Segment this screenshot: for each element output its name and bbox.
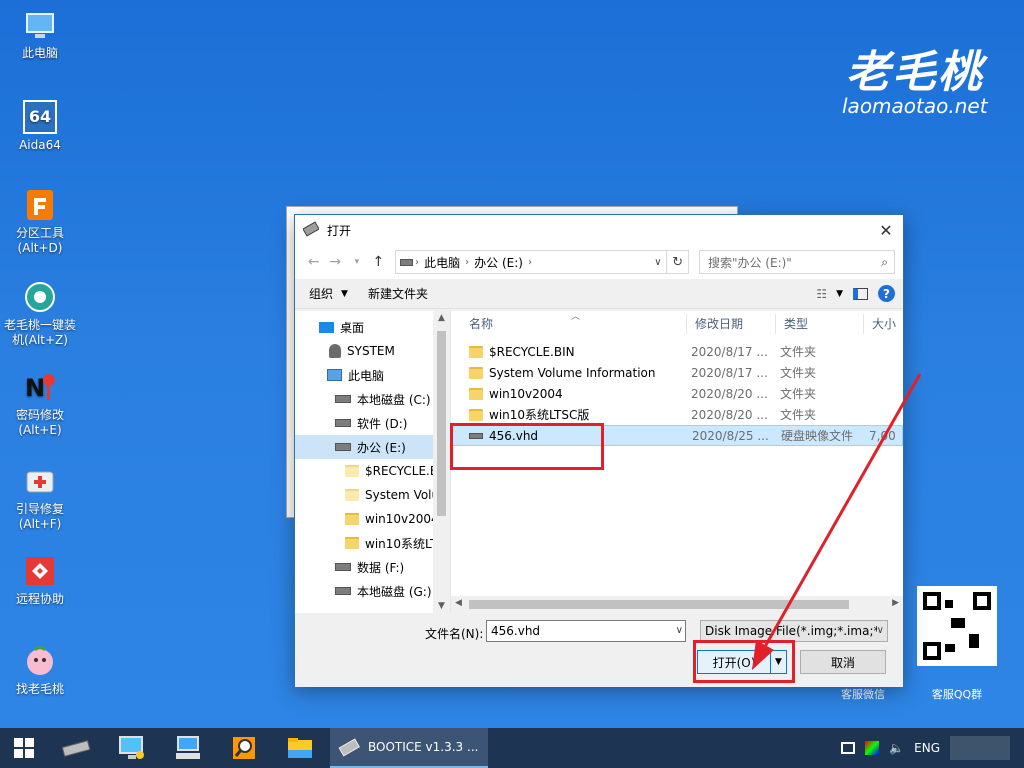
memory-chip-icon — [61, 740, 91, 757]
taskbar-search-tool[interactable] — [216, 728, 272, 768]
color-picker-icon[interactable] — [865, 741, 880, 755]
start-button[interactable] — [0, 728, 48, 768]
taskbar-network-tool[interactable] — [104, 728, 160, 768]
taskbar-chip-tool[interactable] — [48, 728, 104, 768]
folder-icon — [288, 738, 312, 758]
windows-icon — [14, 738, 34, 758]
system-tray: 🔈 ENG — [841, 736, 1024, 760]
annotation-arrow — [752, 373, 922, 670]
taskbar: BOOTICE v1.3.3 ... 🔈 ENG — [0, 728, 1024, 768]
magnifier-icon — [233, 737, 255, 759]
taskbar-app-label: BOOTICE v1.3.3 ... — [368, 740, 479, 754]
network-monitor-icon — [119, 736, 144, 759]
taskbar-bootice-app[interactable]: BOOTICE v1.3.3 ... — [330, 728, 488, 768]
keyboard-monitor-icon — [176, 736, 200, 759]
bootice-icon — [338, 738, 360, 757]
language-indicator[interactable]: ENG — [914, 741, 940, 755]
volume-icon[interactable]: 🔈 — [889, 741, 904, 755]
taskbar-file-explorer[interactable] — [272, 728, 328, 768]
network-icon[interactable] — [841, 742, 856, 754]
taskbar-keyboard-tool[interactable] — [160, 728, 216, 768]
clock-area[interactable] — [950, 736, 1010, 760]
